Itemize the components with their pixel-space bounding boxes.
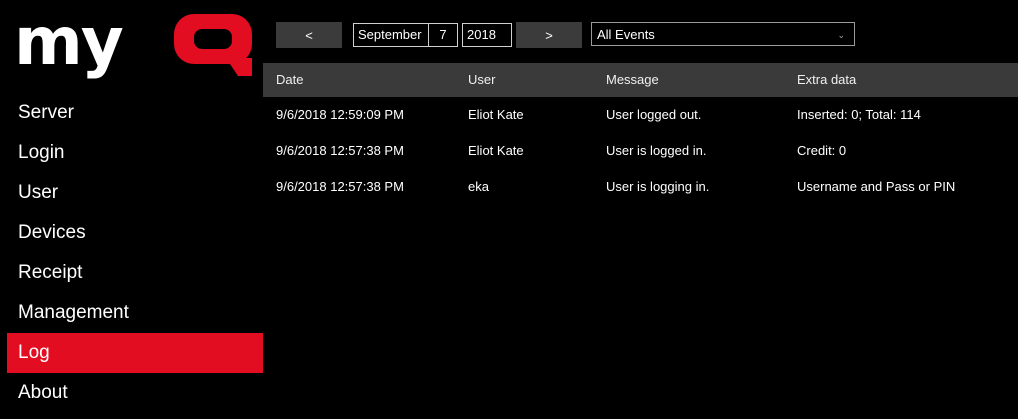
day-field[interactable]: 7	[428, 23, 458, 47]
svg-text:my: my	[14, 3, 123, 80]
event-filter-value: All Events	[597, 27, 655, 42]
cell-date: 9/6/2018 12:57:38 PM	[276, 179, 404, 194]
cell-extra-data: Inserted: 0; Total: 114	[797, 107, 921, 122]
myq-logo: my	[14, 3, 252, 80]
cell-user: Eliot Kate	[468, 143, 524, 158]
cell-user: Eliot Kate	[468, 107, 524, 122]
cell-message: User is logging in.	[606, 179, 710, 194]
event-filter-select[interactable]: All Events ⌄	[591, 22, 855, 46]
column-header-date[interactable]: Date	[276, 63, 303, 97]
month-field[interactable]: September	[353, 23, 428, 47]
cell-extra-data: Username and Pass or PIN	[797, 179, 956, 194]
year-field[interactable]: 2018	[462, 23, 512, 47]
column-header-extra-data[interactable]: Extra data	[797, 63, 856, 97]
log-table: Date User Message Extra data 9/6/2018 12…	[263, 63, 1018, 205]
next-day-button[interactable]: >	[516, 22, 582, 48]
previous-day-button[interactable]: <	[276, 22, 342, 48]
table-row[interactable]: 9/6/2018 12:57:38 PM eka User is logging…	[263, 169, 1018, 205]
table-row[interactable]: 9/6/2018 12:57:38 PM Eliot Kate User is …	[263, 133, 1018, 169]
sidebar-item-login[interactable]: Login	[7, 133, 263, 173]
table-row[interactable]: 9/6/2018 12:59:09 PM Eliot Kate User log…	[263, 97, 1018, 133]
sidebar-item-user[interactable]: User	[7, 173, 263, 213]
cell-extra-data: Credit: 0	[797, 143, 847, 158]
sidebar-item-management[interactable]: Management	[7, 293, 263, 333]
cell-message: User is logged in.	[606, 143, 707, 158]
sidebar: my Server Login User Devices Receipt Man…	[0, 0, 263, 419]
cell-date: 9/6/2018 12:57:38 PM	[276, 143, 404, 158]
column-header-user[interactable]: User	[468, 63, 495, 97]
sidebar-item-about[interactable]: About	[7, 373, 263, 413]
sidebar-item-server[interactable]: Server	[7, 93, 263, 133]
sidebar-item-receipt[interactable]: Receipt	[7, 253, 263, 293]
sidebar-item-log[interactable]: Log	[7, 333, 263, 373]
chevron-down-icon: ⌄	[837, 30, 845, 40]
table-header: Date User Message Extra data	[263, 63, 1018, 97]
sidebar-item-devices[interactable]: Devices	[7, 213, 263, 253]
cell-date: 9/6/2018 12:59:09 PM	[276, 107, 404, 122]
column-header-message[interactable]: Message	[606, 63, 659, 97]
cell-user: eka	[468, 179, 489, 194]
cell-message: User logged out.	[606, 107, 702, 122]
sidebar-nav: Server Login User Devices Receipt Manage…	[7, 93, 263, 413]
